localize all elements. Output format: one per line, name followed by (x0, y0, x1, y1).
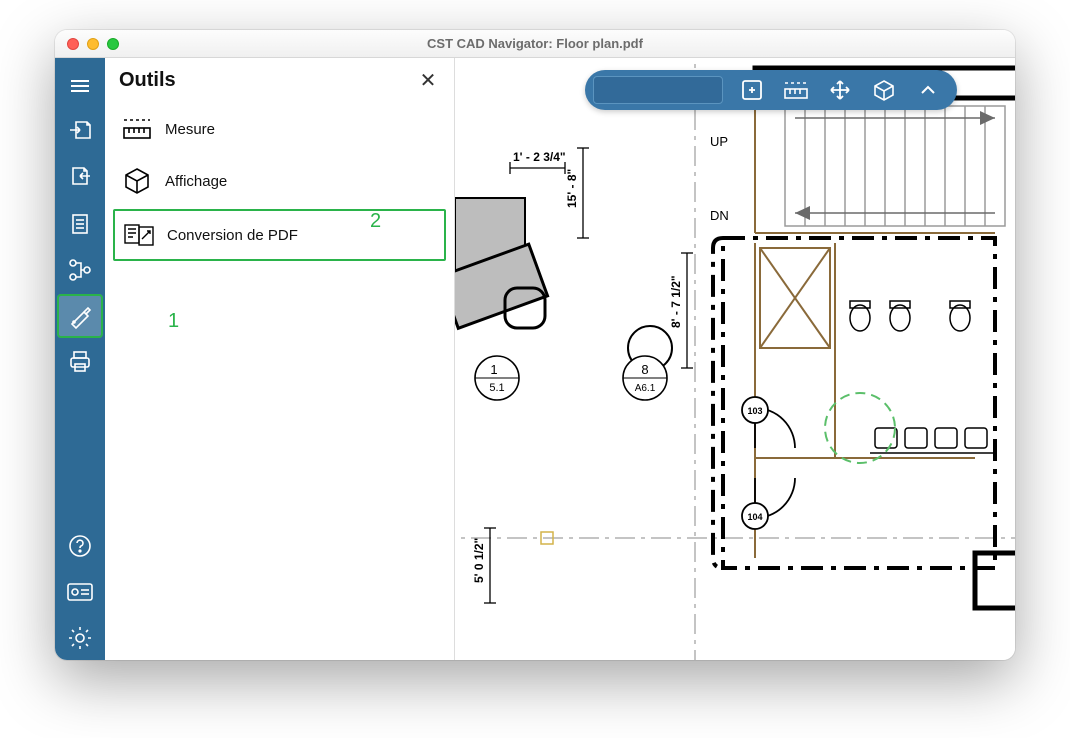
drawing-viewport[interactable]: UP DN 1' - 2 3/4" 15' - 8" 8' - 7 1/2" 5… (455, 58, 1015, 660)
structure-icon (67, 257, 93, 283)
sidebar-structure[interactable] (57, 248, 103, 292)
app-window: CST CAD Navigator: Floor plan.pdf (55, 30, 1015, 660)
toolbar-pan[interactable] (819, 72, 861, 108)
menu-item-label: Conversion de PDF (167, 227, 298, 244)
titlebar: CST CAD Navigator: Floor plan.pdf (55, 30, 1015, 58)
svg-text:5.1: 5.1 (489, 382, 504, 394)
sidebar-help[interactable] (57, 524, 103, 568)
menu-item-label: Affichage (165, 173, 227, 190)
toolbar-cube-view[interactable] (863, 72, 905, 108)
sidebar-print[interactable] (57, 340, 103, 384)
help-icon (67, 533, 93, 559)
sidebar-tools[interactable] (57, 294, 103, 338)
license-icon (66, 582, 94, 602)
settings-icon (67, 625, 93, 651)
tools-icon (66, 302, 94, 330)
svg-text:DN: DN (710, 208, 729, 223)
toolbar-fit-view[interactable] (731, 72, 773, 108)
svg-text:15' - 8": 15' - 8" (565, 169, 579, 208)
svg-text:UP: UP (710, 134, 728, 149)
measure-tool-icon (783, 79, 809, 101)
pdf-convert-icon (123, 219, 155, 251)
print-icon (67, 349, 93, 375)
app-body: Outils ✕ Mesure (55, 58, 1015, 660)
svg-text:103: 103 (747, 406, 762, 416)
floor-plan-drawing: UP DN 1' - 2 3/4" 15' - 8" 8' - 7 1/2" 5… (455, 58, 1015, 660)
sidebar-license[interactable] (57, 570, 103, 614)
menu-item-label: Mesure (165, 121, 215, 138)
sidebar (55, 58, 105, 660)
sidebar-import[interactable] (57, 156, 103, 200)
svg-text:104: 104 (747, 512, 762, 522)
sidebar-settings[interactable] (57, 616, 103, 660)
sidebar-document[interactable] (57, 202, 103, 246)
menu-item-pdf-convert[interactable]: Conversion de PDF (113, 209, 446, 261)
svg-text:5' 0 1/2": 5' 0 1/2" (472, 538, 486, 583)
annotation-2: 2 (370, 210, 381, 233)
menu-item-measure[interactable]: Mesure (113, 105, 446, 153)
toolbar-search-input[interactable] (593, 76, 723, 104)
import-icon (67, 165, 93, 191)
menu-icon (68, 74, 92, 98)
svg-text:A6.1: A6.1 (635, 383, 656, 394)
sidebar-menu[interactable] (57, 64, 103, 108)
svg-text:1: 1 (490, 362, 497, 377)
menu-item-display[interactable]: Affichage (113, 157, 446, 205)
svg-text:8: 8 (641, 362, 648, 377)
sidebar-export[interactable] (57, 110, 103, 154)
document-icon (68, 212, 92, 236)
panel-title: Outils (119, 69, 176, 92)
svg-text:1' - 2 3/4": 1' - 2 3/4" (513, 150, 566, 164)
collapse-icon (918, 80, 938, 100)
window-title: CST CAD Navigator: Floor plan.pdf (55, 36, 1015, 51)
toolbar-collapse[interactable] (907, 72, 949, 108)
annotation-1: 1 (168, 310, 179, 333)
toolbar-measure[interactable] (775, 72, 817, 108)
pan-icon (828, 78, 852, 102)
cube-icon (121, 165, 153, 197)
svg-text:8' - 7 1/2": 8' - 7 1/2" (669, 275, 683, 328)
cube-view-icon (872, 78, 896, 102)
fit-view-icon (740, 78, 764, 102)
panel-close-button[interactable]: ✕ (416, 68, 440, 93)
measure-icon (121, 113, 153, 145)
export-icon (67, 119, 93, 145)
panel-menu: Mesure Affichage (105, 101, 454, 261)
panel-header: Outils ✕ (105, 58, 454, 101)
tools-panel: Outils ✕ Mesure (105, 58, 455, 660)
floating-toolbar (585, 70, 957, 110)
